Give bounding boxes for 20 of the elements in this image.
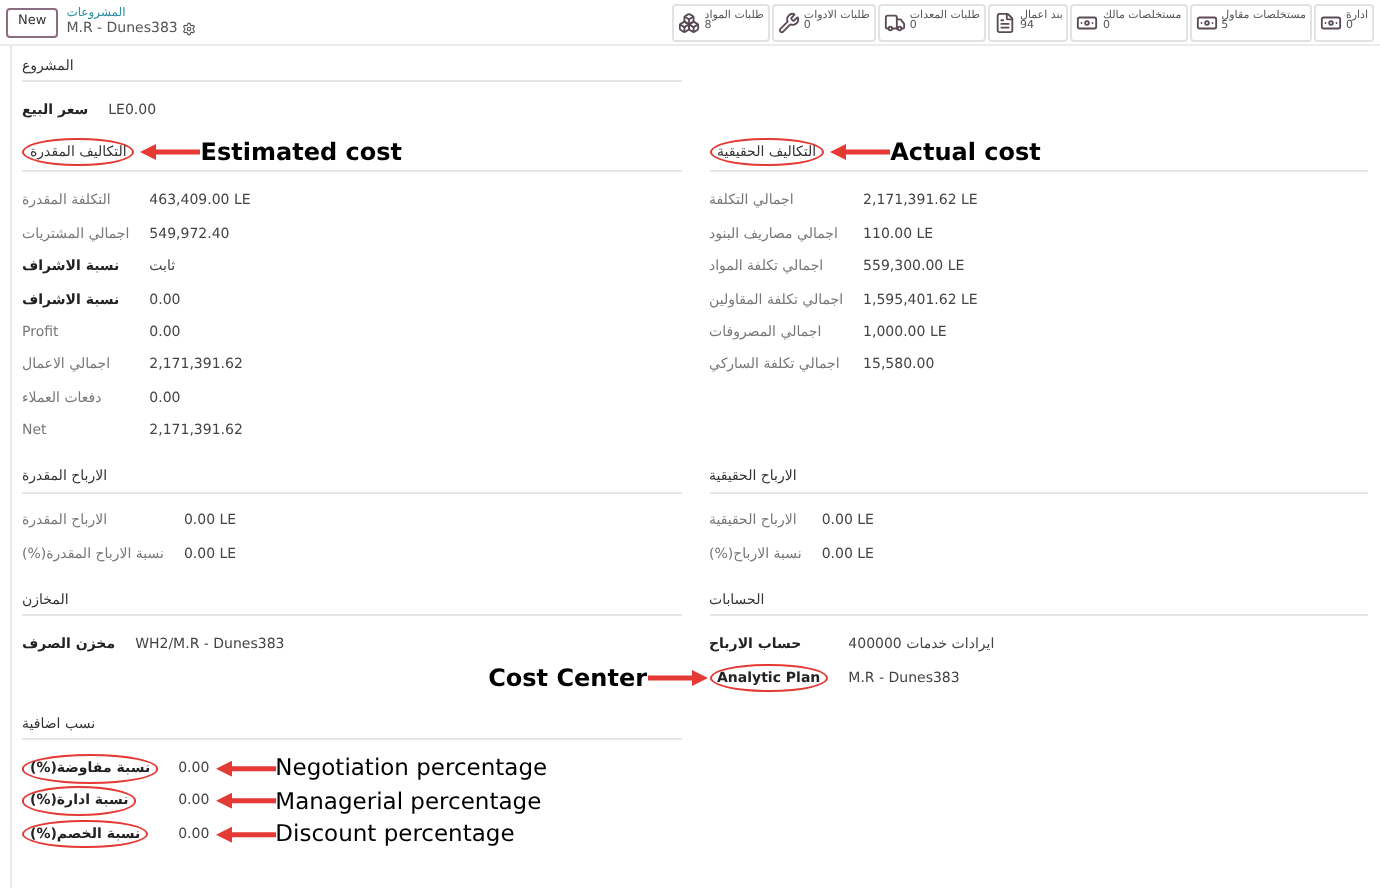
annotation-arrow bbox=[647, 669, 707, 686]
annotation-arrow bbox=[215, 793, 276, 810]
truck-icon bbox=[883, 11, 906, 33]
annotation-text: Managerial percentage bbox=[275, 784, 542, 819]
annotation-arrow bbox=[215, 826, 276, 843]
annotation-text: Actual cost bbox=[890, 136, 1041, 171]
banknote-icon bbox=[1076, 11, 1099, 33]
wrench-icon bbox=[777, 11, 800, 33]
annotation-arrow bbox=[140, 144, 201, 161]
banknote-icon bbox=[1319, 11, 1342, 33]
boxes-icon bbox=[678, 11, 701, 33]
annotation-text: Cost Center bbox=[488, 661, 647, 696]
document-icon bbox=[993, 11, 1016, 33]
banknote-icon bbox=[1195, 11, 1218, 33]
annotation-text: Discount percentage bbox=[275, 816, 515, 851]
annotation-arrow bbox=[215, 760, 276, 777]
annotation-arrow bbox=[830, 144, 891, 161]
settings-icon[interactable] bbox=[181, 22, 196, 36]
annotation-text: Negotiation percentage bbox=[275, 751, 548, 786]
annotation-text: Estimated cost bbox=[200, 136, 402, 171]
